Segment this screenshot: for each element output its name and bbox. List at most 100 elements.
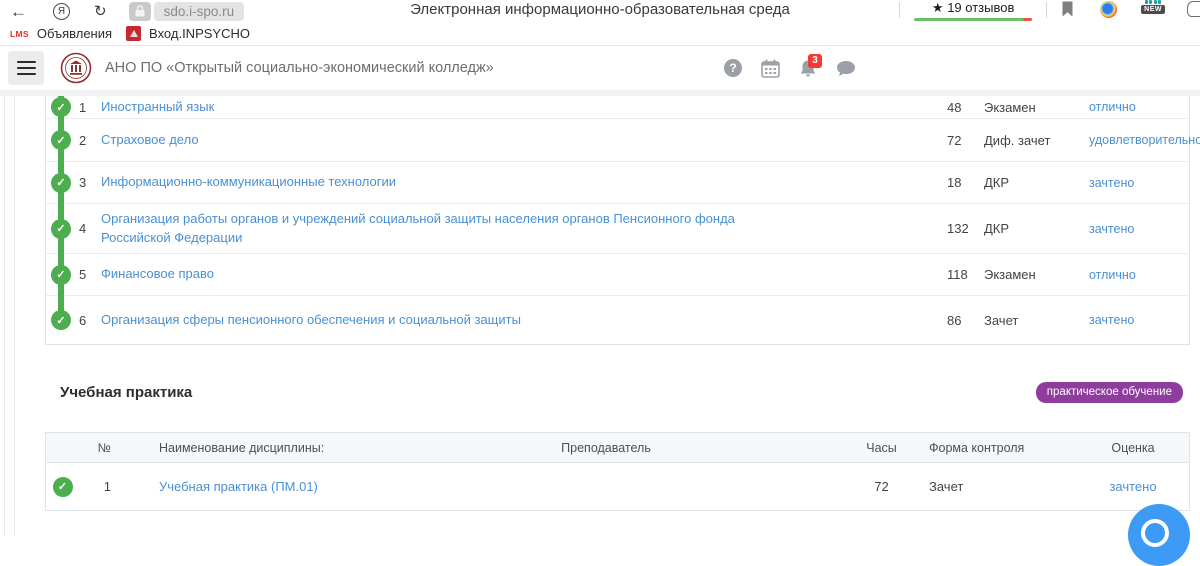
completed-check-icon: ✓ [51,130,71,150]
notifications-bell-icon[interactable]: 3 [799,59,817,78]
col-hours: Часы [844,441,919,455]
table-row: ✓ 3 Информационно-коммуникационные техно… [46,161,1189,203]
hours-value: 48 [939,100,984,115]
hours-value: 72 [844,479,919,494]
control-form: Экзамен [984,100,1077,115]
section-title: Учебная практика [60,384,192,401]
notifications-count-badge: 3 [808,54,822,68]
extension-dots [1145,0,1162,4]
control-form: Зачет [984,313,1077,328]
separator [1046,2,1047,18]
reviews-rating-bar [914,18,1032,21]
college-name: АНО ПО «Открытый социально-экономический… [105,60,494,76]
discipline-link[interactable]: Страховое дело [101,131,199,150]
row-number: 3 [76,175,98,190]
hours-value: 18 [939,175,984,190]
completed-check-icon: ✓ [51,265,71,285]
table-row: ✓ 1 Учебная практика (ПМ.01) 72 Зачет за… [46,463,1189,510]
discipline-link[interactable]: Финансовое право [101,265,214,284]
back-icon[interactable]: ← [10,3,27,20]
cut-off-hand-icon[interactable] [1187,1,1200,17]
row-number: 5 [76,267,98,282]
completed-check-icon: ✓ [51,310,71,330]
control-form: Диф. зачет [984,133,1077,148]
main-content: ✓ 1 Иностранный язык 48 Экзамен отлично … [0,96,1200,511]
grade-link[interactable]: зачтено [1077,222,1189,236]
menu-hamburger-button[interactable] [8,51,44,85]
control-form: ДКР [984,221,1077,236]
practice-section-header: Учебная практика практическое обучение [45,382,1190,403]
browser-toolbar: ← Я ↻ sdo.i-spo.ru Электронная информаци… [0,0,1200,22]
reviews-label: 19 отзывов [947,0,1014,15]
site-header: АНО ПО «Открытый социально-экономический… [0,46,1200,90]
practice-table: № Наименование дисциплины: Преподаватель… [45,432,1190,511]
discipline-link[interactable]: Организация работы органов и учреждений … [101,210,801,248]
bookmarks-bar: LMS Объявления Вход.INPSYCHO [0,22,1200,46]
table-row: ✓ 4 Организация работы органов и учрежде… [46,203,1189,253]
col-num: № [79,441,121,455]
lock-icon[interactable] [129,2,151,21]
grade-link[interactable]: зачтено [1077,176,1189,190]
col-name: Наименование дисциплины: [121,441,456,455]
extension-new-icon[interactable]: NEW [1141,0,1165,14]
reload-icon[interactable]: ↻ [94,4,107,19]
grade-link[interactable]: зачтено [1077,313,1189,327]
grades-table: ✓ 1 Иностранный язык 48 Экзамен отлично … [45,96,1190,345]
separator [899,2,900,18]
row-number: 1 [76,100,98,115]
extension-icon[interactable] [1100,1,1117,18]
completed-check-icon: ✓ [53,477,73,497]
hours-value: 86 [939,313,984,328]
bookmark-flag-icon[interactable] [1061,1,1074,18]
control-form: Экзамен [984,267,1077,282]
row-number: 2 [76,133,98,148]
discipline-link[interactable]: Иностранный язык [101,98,214,117]
left-gutter-line [14,96,15,536]
row-number: 6 [76,313,98,328]
crest-favicon [126,26,141,41]
page-title: Электронная информационно-образовательна… [410,1,790,18]
row-number: 4 [76,221,98,236]
discipline-link[interactable]: Информационно-коммуникационные технологи… [101,173,396,192]
help-icon[interactable]: ? [724,59,742,77]
header-icons: ? 3 [724,46,856,90]
control-form: Зачет [919,479,1077,494]
grade-link[interactable]: отлично [1077,268,1189,282]
completed-check-icon: ✓ [51,219,71,239]
grade-link[interactable]: удовлетворительно [1077,133,1189,147]
hours-value: 72 [939,133,984,148]
college-logo[interactable] [60,52,92,84]
lms-favicon: LMS [10,29,29,39]
practice-type-badge: практическое обучение [1036,382,1183,403]
completed-check-icon: ✓ [51,173,71,193]
bookmark-announcements[interactable]: Объявления [37,26,112,41]
site-reviews-button[interactable]: ★ 19 отзывов [914,0,1032,21]
row-number: 1 [79,479,121,494]
table-row: ✓ 2 Страховое дело 72 Диф. зачет удовлет… [46,118,1189,161]
hours-value: 118 [939,267,984,282]
calendar-icon[interactable] [761,59,780,78]
col-grade: Оценка [1077,441,1189,455]
messages-icon[interactable] [836,60,856,77]
hours-value: 132 [939,221,984,236]
col-teacher: Преподаватель [456,441,756,455]
discipline-link[interactable]: Учебная практика (ПМ.01) [159,479,318,494]
table-row: ✓ 1 Иностранный язык 48 Экзамен отлично [46,96,1189,118]
practice-table-header: № Наименование дисциплины: Преподаватель… [46,433,1189,463]
control-form: ДКР [984,175,1077,190]
col-control: Форма контроля [919,441,1077,455]
chat-widget-icon [1141,519,1169,547]
table-row: ✓ 5 Финансовое право 118 Экзамен отлично [46,253,1189,295]
new-badge: NEW [1141,5,1165,14]
chat-widget-button[interactable] [1128,504,1190,566]
discipline-link[interactable]: Организация сферы пенсионного обеспечени… [101,311,521,330]
completed-check-icon: ✓ [51,97,71,117]
grade-link[interactable]: зачтено [1077,479,1189,494]
browser-toolbar-right: ★ 19 отзывов NEW [885,0,1200,22]
bookmark-inpsycho[interactable]: Вход.INPSYCHO [149,26,250,41]
yandex-browser-icon[interactable]: Я [53,3,70,20]
table-row: ✓ 6 Организация сферы пенсионного обеспе… [46,295,1189,344]
left-gutter-line [4,96,5,536]
grade-link[interactable]: отлично [1077,100,1189,114]
address-bar[interactable]: sdo.i-spo.ru [154,2,245,21]
